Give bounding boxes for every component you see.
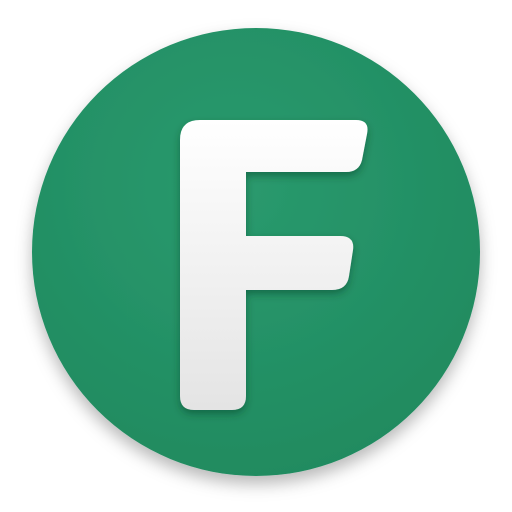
icon-stage: F [0,0,512,512]
f-letter-app-icon: F [32,28,480,476]
